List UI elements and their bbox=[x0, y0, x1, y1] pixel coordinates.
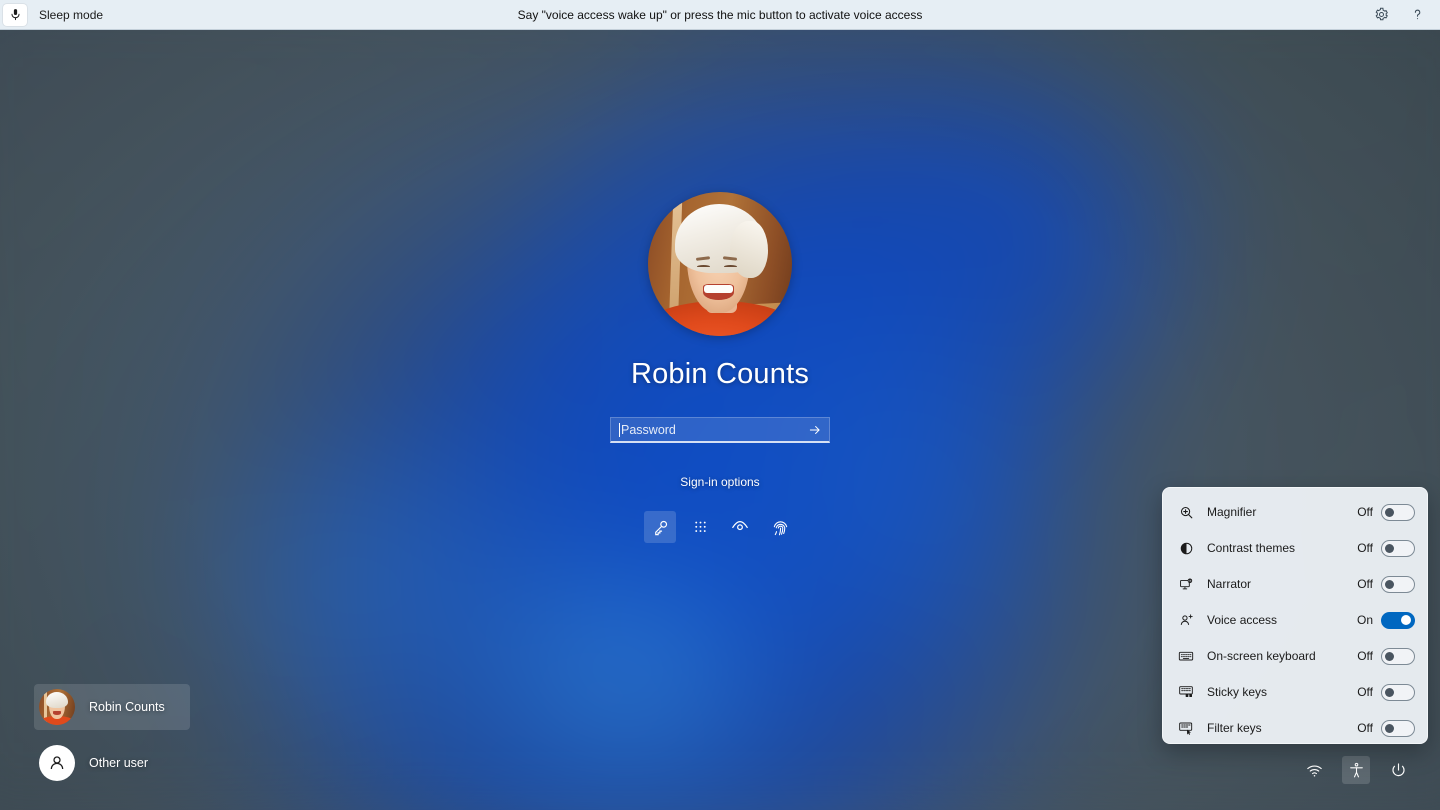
signin-options-row bbox=[644, 511, 796, 543]
security-key-icon[interactable] bbox=[644, 511, 676, 543]
power-icon[interactable] bbox=[1384, 756, 1412, 784]
item-state: Off bbox=[1357, 505, 1373, 519]
item-state: Off bbox=[1357, 649, 1373, 663]
voice-access-status: Sleep mode bbox=[39, 7, 104, 22]
toggle-narrator[interactable] bbox=[1381, 575, 1415, 593]
accessibility-item-contrast-themes[interactable]: Contrast themes Off bbox=[1163, 530, 1427, 566]
user-tile-robin-counts[interactable]: Robin Counts bbox=[34, 684, 190, 730]
user-name: Robin Counts bbox=[89, 700, 165, 714]
item-label: On-screen keyboard bbox=[1207, 649, 1316, 663]
system-tray bbox=[1300, 756, 1412, 784]
contrast-themes-icon bbox=[1177, 539, 1195, 557]
page-title: Robin Counts bbox=[630, 358, 810, 390]
help-icon[interactable] bbox=[1408, 6, 1426, 24]
user-list: Robin Counts Other user bbox=[34, 684, 190, 786]
wifi-icon[interactable] bbox=[1300, 756, 1328, 784]
avatar bbox=[39, 689, 75, 725]
item-state: Off bbox=[1357, 685, 1373, 699]
item-label: Narrator bbox=[1207, 577, 1252, 591]
user-name: Other user bbox=[89, 756, 149, 770]
arrow-right-icon[interactable] bbox=[807, 422, 823, 438]
user-tile-other-user[interactable]: Other user bbox=[34, 740, 190, 786]
voice-access-bar-actions bbox=[1372, 6, 1440, 24]
accessibility-item-sticky-keys[interactable]: Sticky keys Off bbox=[1163, 674, 1427, 710]
item-label: Voice access bbox=[1207, 613, 1278, 627]
microphone-icon[interactable] bbox=[3, 3, 27, 26]
accessibility-item-filter-keys[interactable]: Filter keys Off bbox=[1163, 710, 1427, 746]
toggle-magnifier[interactable] bbox=[1381, 503, 1415, 521]
accessibility-item-narrator[interactable]: Narrator Off bbox=[1163, 566, 1427, 602]
item-label: Contrast themes bbox=[1207, 541, 1296, 555]
fingerprint-icon[interactable] bbox=[764, 511, 796, 543]
accessibility-item-voice-access[interactable]: Voice access On bbox=[1163, 602, 1427, 638]
avatar bbox=[648, 192, 792, 336]
narrator-icon bbox=[1177, 575, 1195, 593]
filter-keys-icon bbox=[1177, 719, 1195, 737]
toggle-sticky-keys[interactable] bbox=[1381, 683, 1415, 701]
magnifier-icon bbox=[1177, 503, 1195, 521]
person-icon bbox=[39, 745, 75, 781]
toggle-contrast-themes[interactable] bbox=[1381, 539, 1415, 557]
signin-options-link[interactable]: Sign-in options bbox=[680, 475, 759, 489]
sticky-keys-icon bbox=[1177, 683, 1195, 701]
pin-keypad-icon[interactable] bbox=[684, 511, 716, 543]
iris-eye-icon[interactable] bbox=[724, 511, 756, 543]
toggle-filter-keys[interactable] bbox=[1381, 719, 1415, 737]
accessibility-item-magnifier[interactable]: Magnifier Off bbox=[1163, 494, 1427, 530]
item-label: Sticky keys bbox=[1207, 685, 1268, 699]
item-label: Magnifier bbox=[1207, 505, 1257, 519]
item-label: Filter keys bbox=[1207, 721, 1262, 735]
password-field[interactable]: Password bbox=[610, 417, 830, 443]
voice-access-icon bbox=[1177, 611, 1195, 629]
on-screen-keyboard-icon bbox=[1177, 647, 1195, 665]
toggle-voice-access[interactable] bbox=[1381, 611, 1415, 629]
text-caret bbox=[619, 422, 620, 437]
toggle-on-screen-keyboard[interactable] bbox=[1381, 647, 1415, 665]
accessibility-flyout: Magnifier Off Contrast themes Off Narrat… bbox=[1162, 487, 1428, 744]
item-state: Off bbox=[1357, 577, 1373, 591]
accessibility-icon[interactable] bbox=[1342, 756, 1370, 784]
voice-access-bar: Sleep mode Say "voice access wake up" or… bbox=[0, 0, 1440, 30]
item-state: On bbox=[1356, 613, 1373, 627]
signin-panel: Robin Counts Password Sign-in options bbox=[510, 192, 930, 543]
password-placeholder: Password bbox=[621, 422, 676, 437]
voice-access-hint: Say "voice access wake up" or press the … bbox=[517, 7, 923, 22]
lock-screen: Sleep mode Say "voice access wake up" or… bbox=[0, 0, 1440, 810]
accessibility-item-on-screen-keyboard[interactable]: On-screen keyboard Off bbox=[1163, 638, 1427, 674]
item-state: Off bbox=[1357, 541, 1373, 555]
item-state: Off bbox=[1357, 721, 1373, 735]
gear-icon[interactable] bbox=[1372, 6, 1390, 24]
